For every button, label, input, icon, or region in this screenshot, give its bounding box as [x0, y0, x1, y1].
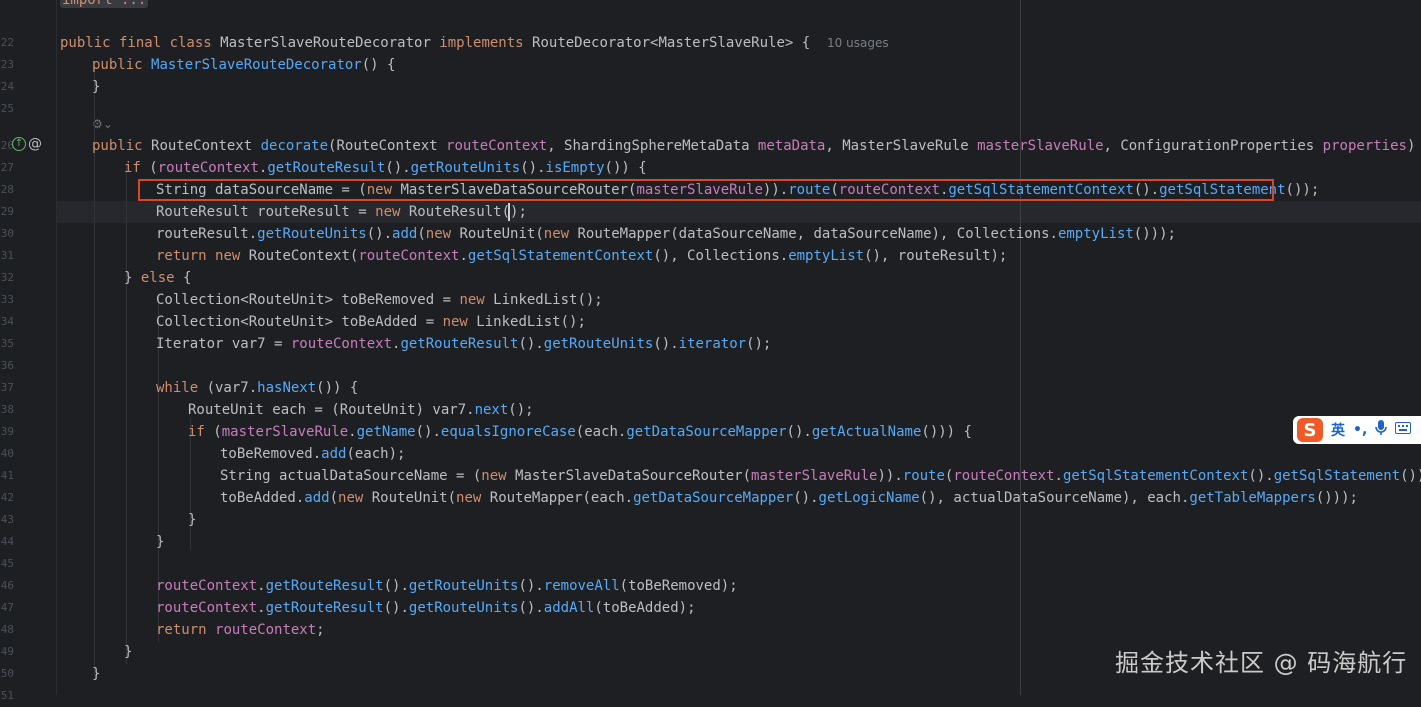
highlight-box — [138, 179, 1274, 201]
code-line: } — [124, 644, 133, 660]
microphone-icon[interactable] — [1375, 420, 1388, 440]
code-line: while (var7.hasNext()) { — [156, 380, 359, 396]
watermark: 掘金技术社区 @ 码海航行 — [1115, 649, 1408, 677]
indent-guide — [94, 66, 95, 676]
implements-method-icon[interactable]: ↑ — [12, 137, 26, 151]
code-editor[interactable]: import ... public final class MasterSlav… — [60, 0, 1421, 695]
keyboard-icon[interactable] — [1395, 422, 1412, 438]
line-number: 24 — [0, 80, 14, 93]
code-line: Collection<RouteUnit> toBeAdded = new Li… — [156, 314, 586, 330]
line-number: 34 — [0, 315, 14, 328]
line-number: 46 — [0, 579, 14, 592]
code-line: return routeContext; — [156, 622, 325, 638]
line-number: 51 — [0, 689, 14, 702]
line-number: 29 — [0, 205, 14, 218]
line-number-gutter: 22 23 24 25 26 27 28 29 30 31 32 33 34 35 36 37 38 39 40 41… — [0, 0, 57, 702]
line-number: 45 — [0, 557, 14, 570]
line-number: 30 — [0, 227, 14, 240]
code-line: public final class MasterSlaveRouteDecor… — [60, 35, 889, 51]
line-number: 48 — [0, 623, 14, 636]
line-number: 42 — [0, 491, 14, 504]
line-number: 49 — [0, 645, 14, 658]
code-line: } — [188, 512, 197, 528]
line-number: 44 — [0, 535, 14, 548]
indent-guide — [126, 164, 127, 664]
code-line: routeContext.getRouteResult().getRouteUn… — [156, 578, 738, 594]
line-number: 35 — [0, 337, 14, 350]
code-line: if (routeContext.getRouteResult().getRou… — [124, 160, 647, 176]
line-number: 40 — [0, 447, 14, 460]
line-number — [0, 0, 14, 11]
code-line: RouteResult routeResult = new RouteResul… — [156, 204, 527, 220]
ime-language-toggle[interactable]: 英 — [1331, 420, 1345, 440]
line-number: 50 — [0, 667, 14, 680]
folded-import[interactable]: import ... — [60, 0, 149, 8]
line-number: 27 — [0, 161, 14, 174]
line-number: 47 — [0, 601, 14, 614]
line-number: 38 — [0, 403, 14, 416]
ime-toolbar[interactable]: S 英 •, — [1293, 416, 1421, 444]
ime-punctuation-toggle[interactable]: •, — [1353, 422, 1367, 438]
text-caret — [508, 203, 510, 221]
line-number: 25 — [0, 102, 14, 115]
code-line: public MasterSlaveRouteDecorator() { — [92, 57, 396, 73]
usages-hint[interactable]: 10 usages — [827, 36, 889, 50]
code-line: toBeRemoved.add(each); — [220, 446, 406, 462]
line-number: 28 — [0, 183, 14, 196]
code-line: Collection<RouteUnit> toBeRemoved = new … — [156, 292, 603, 308]
code-line: routeContext.getRouteResult().getRouteUn… — [156, 600, 696, 616]
gutter-icons: ↑ @ — [12, 137, 42, 155]
line-number: 31 — [0, 249, 14, 262]
code-line: } — [156, 534, 165, 550]
sogou-logo-icon[interactable]: S — [1297, 418, 1323, 442]
line-number: 23 — [0, 58, 14, 71]
line-number: 36 — [0, 359, 14, 372]
code-line: } — [92, 666, 101, 682]
line-number: 37 — [0, 381, 14, 394]
line-number: 43 — [0, 513, 14, 526]
code-line: return new RouteContext(routeContext.get… — [156, 248, 1008, 264]
code-line: routeResult.getRouteUnits().add(new Rout… — [156, 226, 1176, 242]
code-line: } else { — [124, 270, 192, 286]
code-line: public RouteContext decorate(RouteContex… — [92, 138, 1416, 154]
line-number: 32 — [0, 271, 14, 284]
code-line: import ... — [60, 0, 149, 11]
annotation-icon[interactable]: @ — [28, 137, 42, 151]
code-line: } — [92, 79, 101, 95]
line-number: 41 — [0, 469, 14, 482]
code-line: Iterator var7 = routeContext.getRouteRes… — [156, 336, 772, 352]
code-line: RouteUnit each = (RouteUnit) var7.next()… — [188, 402, 534, 418]
line-number: 22 — [0, 36, 14, 49]
code-line: String actualDataSourceName = (new Maste… — [220, 468, 1421, 484]
line-number: 33 — [0, 293, 14, 306]
code-line: if (masterSlaveRule.getName().equalsIgno… — [188, 424, 972, 440]
code-line: toBeAdded.add(new RouteUnit(new RouteMap… — [220, 490, 1358, 506]
line-number: 39 — [0, 425, 14, 438]
